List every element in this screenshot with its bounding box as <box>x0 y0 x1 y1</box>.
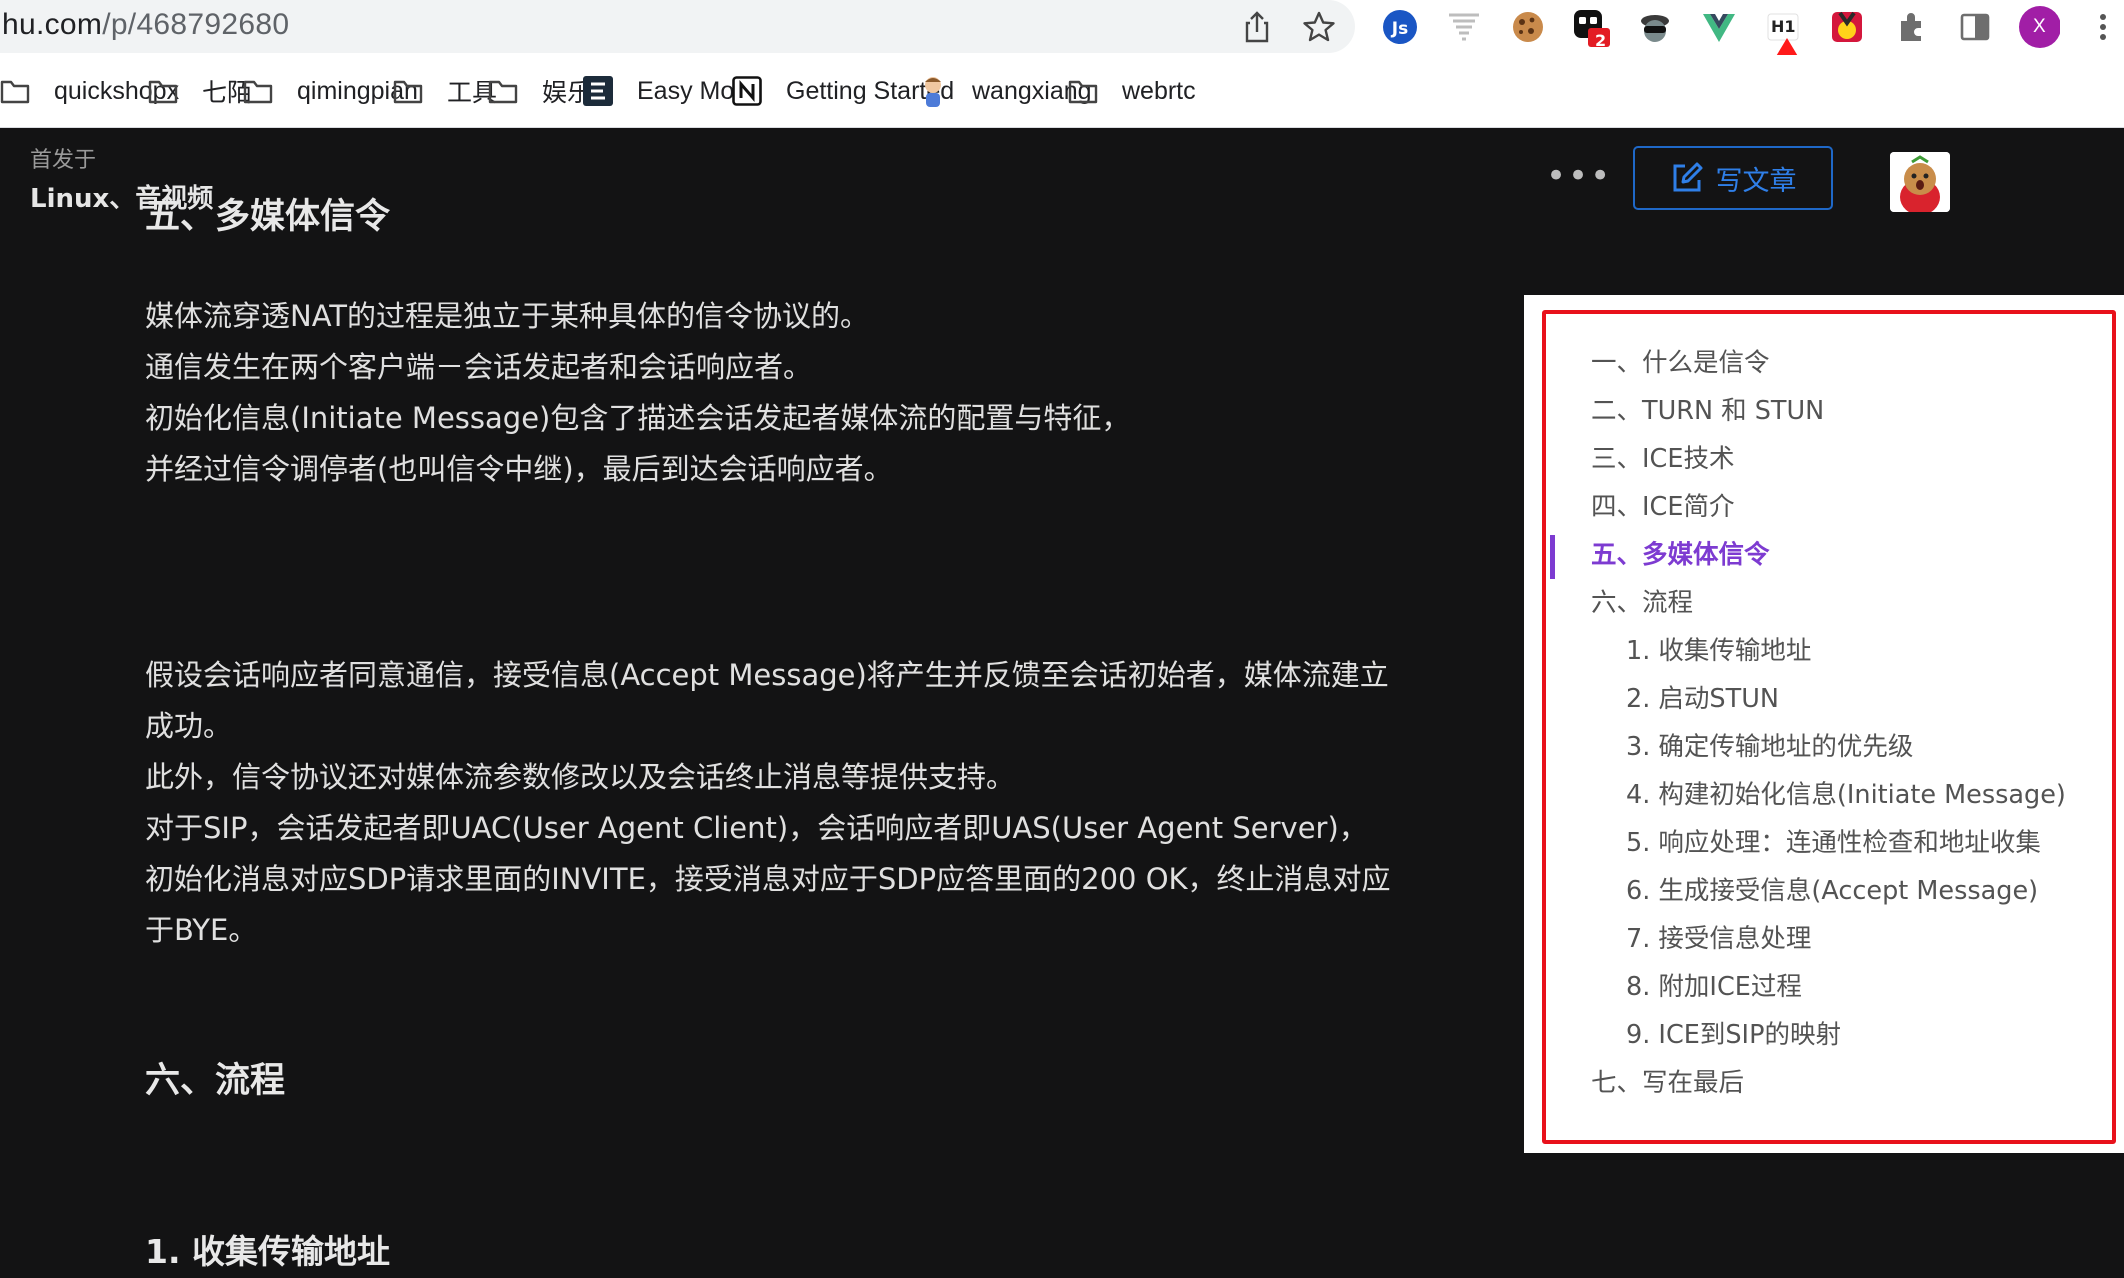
medal-extension-icon[interactable] <box>1826 6 1868 48</box>
paragraph-line: 通信发生在两个客户端－会话发起者和会话响应者。 <box>145 350 813 384</box>
bookmark-label: webrtc <box>1122 76 1196 105</box>
extension-badge: 2 <box>1595 31 1607 50</box>
cookie-extension-icon[interactable] <box>1507 6 1549 48</box>
folder-icon <box>148 78 190 104</box>
share-icon[interactable] <box>1238 8 1276 46</box>
js-extension-icon[interactable]: Js <box>1379 6 1421 48</box>
person-icon <box>918 74 960 108</box>
paragraph-line: 并经过信令调停者(也叫信令中继)，最后到达会话响应者。 <box>145 452 893 486</box>
h1-extension-label: H1 <box>1771 17 1796 36</box>
paragraph-line: 初始化消息对应SDP请求里面的INVITE，接受消息对应于SDP应答里面的200… <box>145 862 1391 896</box>
extensions-puzzle-icon[interactable] <box>1890 6 1932 48</box>
more-options-button[interactable]: ••• <box>1546 159 1612 193</box>
user-avatar-image <box>1890 152 1950 212</box>
subsection1-heading: 1. 收集传输地址 <box>145 1232 390 1271</box>
url-text[interactable]: hu.com/p/468792680 <box>2 8 289 42</box>
paragraph-line: 此外，信令协议还对媒体流参数修改以及会话终止消息等提供支持。 <box>145 760 1016 794</box>
write-article-label: 写文章 <box>1715 165 1797 197</box>
tornado-extension-icon[interactable] <box>1443 6 1485 48</box>
bookmark-item[interactable]: qimingpian <box>243 71 418 111</box>
url-domain: hu.com <box>2 8 103 41</box>
paragraph-line: 成功。 <box>145 709 233 743</box>
bookmark-item[interactable]: webrtc <box>1068 71 1196 111</box>
address-bar[interactable]: hu.com/p/468792680 <box>0 0 1355 53</box>
bookmark-star-icon[interactable] <box>1300 8 1338 46</box>
folder-icon <box>488 78 530 104</box>
paragraph-line: 假设会话响应者同意通信，接受信息(Accept Message)将产生并反馈至会… <box>145 658 1389 692</box>
profile-avatar[interactable]: X <box>2018 6 2060 48</box>
write-article-button[interactable]: 写文章 <box>1633 146 1833 210</box>
spy-extension-icon[interactable] <box>1634 6 1676 48</box>
notion-icon <box>732 76 774 106</box>
section6-heading: 六、流程 <box>145 1061 286 1101</box>
vue-devtools-icon[interactable] <box>1698 6 1740 48</box>
paragraph-line: 于BYE。 <box>145 913 258 947</box>
paragraph-line: 初始化信息(Initiate Message)包含了描述会话发起者媒体流的配置与… <box>145 401 1131 435</box>
section5-heading: 五、多媒体信令 <box>145 197 391 237</box>
user-avatar[interactable] <box>1890 152 1950 212</box>
bookmark-item[interactable]: 娱乐 <box>488 71 592 111</box>
svg-text:Js: Js <box>1391 19 1408 39</box>
edit-icon <box>1673 162 1702 192</box>
folder-icon <box>1068 78 1110 104</box>
bookmark-item[interactable]: wangxiang <box>918 71 1092 111</box>
bookmark-item[interactable]: 七陌 <box>148 71 252 111</box>
paragraph-line: 媒体流穿透NAT的过程是独立于某种具体的信令协议的。 <box>145 299 869 333</box>
paragraph-line: 对于SIP，会话发起者即UAC(User Agent Client)，会话响应者… <box>145 811 1368 845</box>
easymock-icon <box>583 76 625 106</box>
folder-icon <box>0 78 42 104</box>
browser-toolbar: hu.com/p/468792680 Js 2 H1 X <box>0 0 2124 55</box>
side-panel-icon[interactable] <box>1954 6 1996 48</box>
folder-icon <box>243 78 285 104</box>
profile-initial: X <box>2033 16 2046 37</box>
published-in-label: 首发于 <box>30 148 97 173</box>
annotation-highlight-box <box>1542 310 2116 1144</box>
folder-icon <box>393 78 435 104</box>
bookmark-item[interactable]: 工具 <box>393 71 497 111</box>
notification-extension-icon[interactable]: 2 <box>1571 6 1613 50</box>
url-path: /p/468792680 <box>102 8 290 41</box>
browser-menu-icon[interactable] <box>2082 6 2124 48</box>
